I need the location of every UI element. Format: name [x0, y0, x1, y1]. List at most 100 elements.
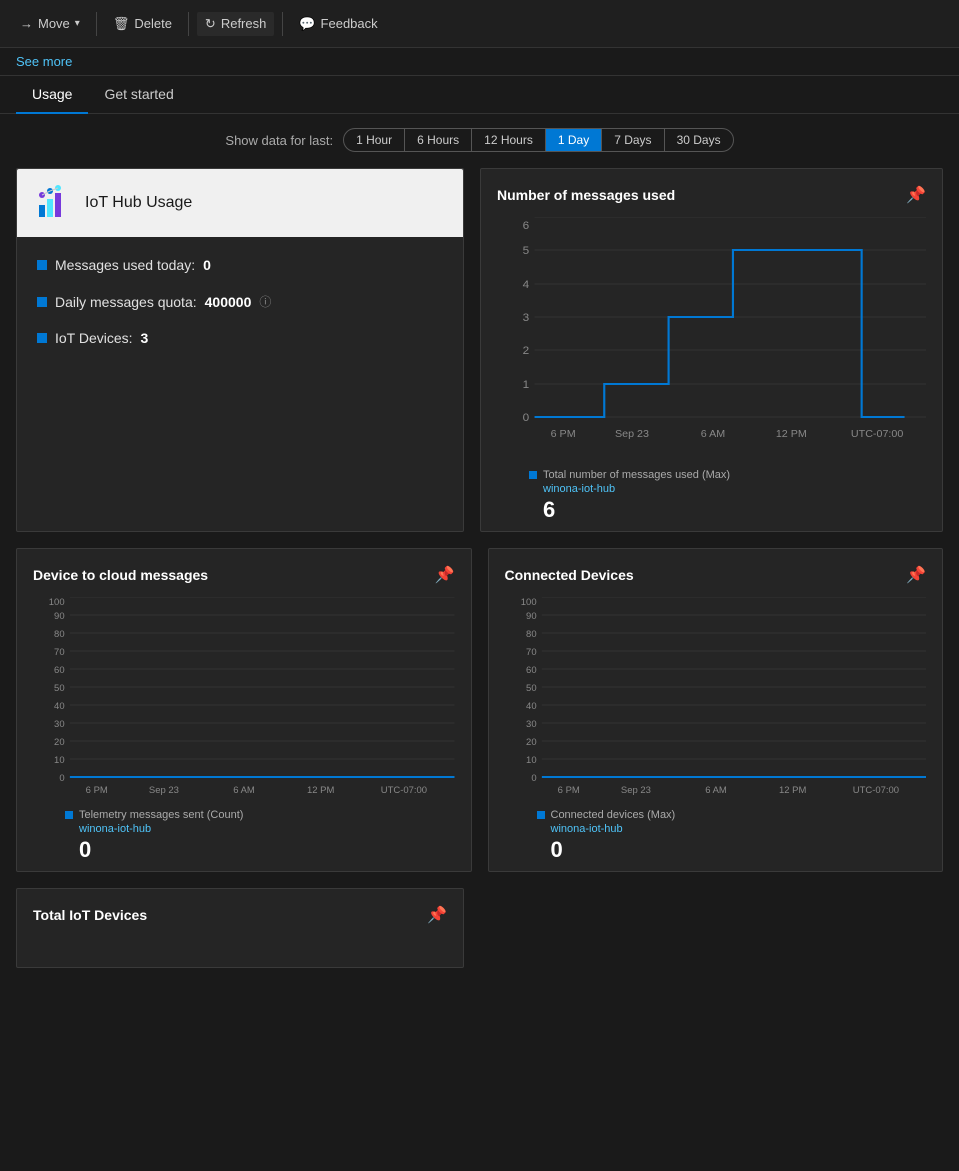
svg-text:6: 6	[523, 220, 530, 232]
connected-devices-card: Connected Devices 📌	[488, 548, 944, 872]
divider-2	[188, 12, 189, 36]
svg-text:20: 20	[526, 737, 537, 747]
legend-dot-device-cloud	[65, 811, 73, 819]
legend-hub-messages: winona-iot-hub	[543, 483, 926, 495]
divider-3	[282, 12, 283, 36]
svg-text:100: 100	[520, 597, 536, 607]
device-cloud-legend: Telemetry messages sent (Count) winona-i…	[17, 805, 471, 871]
stat-label-messages: Messages used today:	[55, 257, 195, 273]
svg-text:70: 70	[526, 647, 537, 657]
delete-button[interactable]: 🗑 Delete	[105, 12, 180, 36]
svg-text:6 AM: 6 AM	[705, 785, 727, 795]
time-option-30d[interactable]: 30 Days	[665, 129, 733, 151]
svg-text:100: 100	[49, 597, 65, 607]
time-range-options: 1 Hour 6 Hours 12 Hours 1 Day 7 Days 30 …	[343, 128, 734, 152]
legend-text-messages: Total number of messages used (Max)	[543, 469, 730, 481]
stat-row-devices: IoT Devices: 3	[37, 330, 443, 346]
time-option-12h[interactable]: 12 Hours	[472, 129, 546, 151]
pin-icon-device-cloud[interactable]: 📌	[435, 565, 455, 585]
pin-icon-total-iot[interactable]: 📌	[427, 905, 447, 925]
svg-text:60: 60	[526, 665, 537, 675]
messages-chart-legend: Total number of messages used (Max) wino…	[481, 465, 942, 531]
time-range-label: Show data for last:	[225, 133, 333, 148]
svg-text:90: 90	[526, 611, 537, 621]
time-range-row: Show data for last: 1 Hour 6 Hours 12 Ho…	[0, 114, 959, 160]
svg-text:80: 80	[526, 629, 537, 639]
svg-text:6 PM: 6 PM	[86, 785, 108, 795]
legend-value-device-cloud: 0	[79, 837, 455, 863]
legend-hub-device-cloud: winona-iot-hub	[79, 823, 455, 835]
see-more-link[interactable]: See more	[16, 54, 72, 69]
svg-text:30: 30	[54, 719, 65, 729]
move-button[interactable]: → Move ▾	[12, 12, 88, 35]
stat-dot-devices	[37, 333, 47, 343]
svg-text:UTC-07:00: UTC-07:00	[852, 785, 898, 795]
stat-row-quota: Daily messages quota: 400000 ⓘ	[37, 293, 443, 310]
stat-dot-messages	[37, 260, 47, 270]
refresh-icon: ↻	[205, 16, 216, 32]
divider-1	[96, 12, 97, 36]
tabs-bar: Usage Get started	[0, 76, 959, 114]
stat-dot-quota	[37, 297, 47, 307]
iot-hub-header: IoT Hub Usage	[17, 169, 463, 237]
svg-text:12 PM: 12 PM	[776, 429, 807, 440]
info-icon[interactable]: ⓘ	[259, 293, 271, 310]
svg-text:Sep 23: Sep 23	[149, 785, 179, 795]
svg-text:90: 90	[54, 611, 65, 621]
tab-usage[interactable]: Usage	[16, 76, 88, 114]
svg-text:60: 60	[54, 665, 65, 675]
svg-text:10: 10	[54, 755, 65, 765]
svg-text:5: 5	[523, 245, 530, 257]
connected-devices-chart-area: 0 10 20 30 40 50 60 70 80 90 100	[505, 597, 927, 797]
svg-text:40: 40	[526, 701, 537, 711]
svg-text:Sep 23: Sep 23	[615, 429, 649, 440]
svg-text:6 PM: 6 PM	[551, 429, 576, 440]
feedback-button[interactable]: 💬 Feedback	[291, 12, 385, 36]
time-option-1h[interactable]: 1 Hour	[344, 129, 405, 151]
svg-text:Sep 23: Sep 23	[620, 785, 650, 795]
stat-value-quota: 400000	[205, 294, 252, 310]
svg-text:0: 0	[531, 773, 536, 783]
connected-devices-legend: Connected devices (Max) winona-iot-hub 0	[489, 805, 943, 871]
stat-value-devices: 3	[141, 330, 149, 346]
svg-text:50: 50	[526, 683, 537, 693]
legend-item-device-cloud: Telemetry messages sent (Count)	[65, 809, 455, 821]
messages-chart-svg: 0 1 2 3 4 5 6 6 PM Sep 23 6 AM 12 PM	[497, 217, 926, 457]
svg-text:50: 50	[54, 683, 65, 693]
tab-get-started[interactable]: Get started	[88, 76, 189, 114]
legend-item-messages: Total number of messages used (Max)	[529, 469, 926, 481]
pin-icon-messages[interactable]: 📌	[906, 185, 926, 205]
svg-text:2: 2	[523, 345, 530, 357]
device-cloud-card: Device to cloud messages 📌	[16, 548, 472, 872]
messages-chart-header: Number of messages used 📌	[481, 169, 942, 213]
time-option-6h[interactable]: 6 Hours	[405, 129, 472, 151]
svg-text:80: 80	[54, 629, 65, 639]
pin-icon-connected[interactable]: 📌	[906, 565, 926, 585]
refresh-button[interactable]: ↻ Refresh	[197, 12, 274, 36]
move-chevron-icon: ▾	[75, 18, 80, 29]
row-2: Device to cloud messages 📌	[16, 548, 943, 872]
svg-text:30: 30	[526, 719, 537, 729]
svg-text:12 PM: 12 PM	[778, 785, 805, 795]
time-option-7d[interactable]: 7 Days	[602, 129, 664, 151]
svg-text:4: 4	[523, 279, 530, 291]
stat-label-quota: Daily messages quota:	[55, 294, 197, 310]
connected-devices-svg: 0 10 20 30 40 50 60 70 80 90 100	[505, 597, 927, 797]
total-iot-header: Total IoT Devices 📌	[17, 889, 463, 933]
svg-text:40: 40	[54, 701, 65, 711]
legend-item-connected: Connected devices (Max)	[537, 809, 927, 821]
feedback-icon: 💬	[299, 16, 315, 32]
legend-dot-messages	[529, 471, 537, 479]
svg-text:0: 0	[59, 773, 64, 783]
svg-text:12 PM: 12 PM	[307, 785, 334, 795]
svg-text:UTC-07:00: UTC-07:00	[381, 785, 427, 795]
legend-text-device-cloud: Telemetry messages sent (Count)	[79, 809, 243, 821]
stat-label-devices: IoT Devices:	[55, 330, 133, 346]
svg-text:UTC-07:00: UTC-07:00	[851, 429, 904, 440]
main-content: IoT Hub Usage Messages used today: 0 Dai…	[0, 160, 959, 1000]
svg-text:3: 3	[523, 312, 530, 324]
legend-value-messages: 6	[543, 497, 926, 523]
svg-text:0: 0	[523, 412, 530, 424]
iot-hub-card: IoT Hub Usage Messages used today: 0 Dai…	[16, 168, 464, 532]
time-option-1d[interactable]: 1 Day	[546, 129, 602, 151]
